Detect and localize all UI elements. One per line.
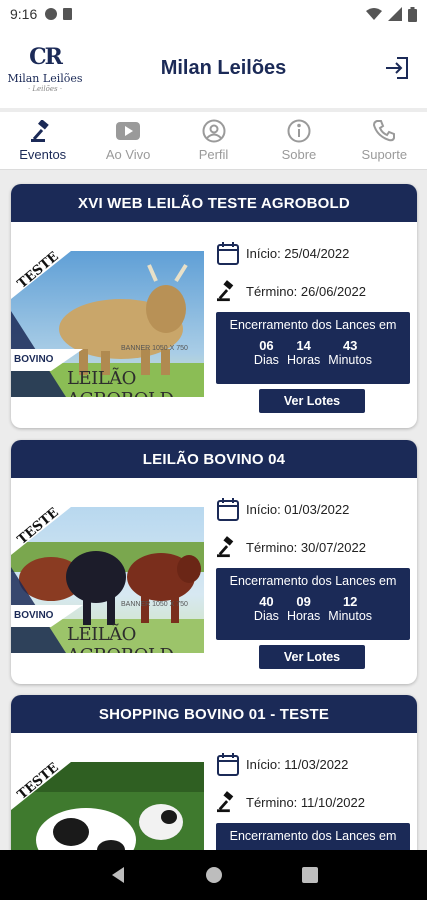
start-date: Início: 11/03/2022	[246, 756, 349, 772]
hours-value: 14	[296, 338, 311, 353]
signal-icon	[388, 7, 402, 21]
tab-sobre[interactable]: Sobre	[256, 112, 341, 169]
days-value: 40	[259, 594, 274, 609]
banner-brand: LEILÃO AGROBOLD	[67, 368, 174, 397]
event-info: Início: 25/04/2022 Término: 26/06/2022 E…	[216, 234, 412, 384]
sim-icon	[63, 8, 73, 20]
days-value: 06	[259, 338, 274, 353]
event-banner[interactable]: TESTE	[11, 762, 204, 850]
app-header: CR Milan Leilões · Leilões · Milan Leilõ…	[0, 28, 427, 108]
event-card: XVI WEB LEILÃO TESTE AGROBOLD TESTE BOVI…	[11, 184, 417, 428]
back-icon[interactable]	[110, 866, 126, 884]
info-icon	[287, 119, 311, 143]
event-title: LEILÃO BOVINO 04	[11, 440, 417, 478]
countdown-label: Encerramento dos Lances em	[229, 829, 397, 843]
event-banner[interactable]: TESTE BOVINO BANNER 1050 X 750 LEILÃO AG…	[11, 251, 204, 397]
banner-category: BOVINO	[14, 610, 54, 621]
tab-label: Perfil	[198, 147, 229, 162]
phone-icon	[373, 120, 396, 142]
countdown-label: Encerramento dos Lances em	[229, 318, 397, 332]
banner-size: BANNER 1050 X 750	[121, 601, 188, 608]
play-icon	[116, 122, 141, 140]
tab-label: Suporte	[361, 147, 408, 162]
countdown-minutes: 43 Minutos	[328, 338, 372, 368]
recents-icon[interactable]	[301, 867, 318, 883]
status-bar: 9:16	[0, 0, 427, 28]
start-date: Início: 25/04/2022	[246, 245, 350, 261]
tab-bar: Eventos Ao Vivo Perfil Sobre Suporte	[0, 112, 427, 170]
logout-button[interactable]	[367, 38, 427, 98]
tab-label: Eventos	[19, 147, 67, 162]
event-title: SHOPPING BOVINO 01 - TESTE	[11, 695, 417, 733]
countdown-hours: 14 Horas	[287, 338, 320, 368]
system-nav-bar	[0, 850, 427, 900]
notification-icon	[45, 8, 58, 20]
tab-ao-vivo[interactable]: Ao Vivo	[85, 112, 170, 169]
calendar-icon	[217, 242, 239, 265]
end-date: Término: 11/10/2022	[246, 794, 365, 810]
tab-suporte[interactable]: Suporte	[342, 112, 427, 169]
start-date: Início: 01/03/2022	[246, 501, 350, 517]
app-logo: CR Milan Leilões · Leilões ·	[0, 28, 90, 108]
event-card: SHOPPING BOVINO 01 - TESTE TESTE Início:…	[11, 695, 417, 850]
banner-category: BOVINO	[14, 354, 54, 365]
days-unit: Dias	[253, 353, 279, 367]
calendar-icon	[217, 753, 239, 776]
end-date-row: Término: 11/10/2022	[216, 783, 412, 821]
end-date-row: Término: 26/06/2022	[216, 272, 412, 310]
page-title: Milan Leilões	[160, 56, 287, 79]
countdown-box: Encerramento dos Lances em	[216, 823, 410, 850]
logo-text: Milan Leilões	[7, 71, 83, 85]
user-icon	[202, 119, 226, 143]
event-info: Início: 01/03/2022 Término: 30/07/2022 E…	[216, 490, 412, 640]
event-info: Início: 11/03/2022 Término: 11/10/2022 E…	[216, 745, 412, 850]
countdown-box: Encerramento dos Lances em 06 Dias 14 Hora…	[216, 312, 410, 384]
status-time: 9:16	[10, 6, 38, 22]
gavel-icon	[217, 791, 234, 813]
countdown-hours: 09 Horas	[287, 594, 320, 624]
end-date-row: Término: 30/07/2022	[216, 528, 412, 566]
countdown-days: 06 Dias	[254, 338, 279, 368]
gavel-icon	[217, 280, 234, 302]
minutes-unit: Minutos	[328, 609, 373, 623]
end-date: Término: 30/07/2022	[246, 539, 366, 555]
battery-icon	[408, 6, 417, 22]
end-date: Término: 26/06/2022	[246, 283, 366, 299]
hours-value: 09	[296, 594, 311, 609]
ver-lotes-button[interactable]: Ver Lotes	[259, 389, 365, 413]
hours-unit: Horas	[286, 353, 321, 367]
home-icon[interactable]	[205, 866, 223, 884]
logo-monogram: CR	[29, 43, 63, 70]
gavel-icon	[30, 120, 49, 142]
start-date-row: Início: 25/04/2022	[216, 234, 412, 272]
event-title: XVI WEB LEILÃO TESTE AGROBOLD	[11, 184, 417, 222]
countdown-box: Encerramento dos Lances em 40 Dias 09 Hora…	[216, 568, 410, 640]
start-date-row: Início: 11/03/2022	[216, 745, 412, 783]
tab-label: Sobre	[281, 147, 317, 162]
minutes-value: 12	[342, 594, 358, 609]
banner-brand: LEILÃO AGROBOLD	[67, 624, 174, 653]
minutes-value: 43	[342, 338, 358, 353]
countdown-minutes: 12 Minutos	[328, 594, 372, 624]
hours-unit: Horas	[286, 609, 321, 623]
calendar-icon	[217, 498, 239, 521]
tab-perfil[interactable]: Perfil	[171, 112, 256, 169]
logo-script: · Leilões ·	[27, 84, 63, 93]
tab-label: Ao Vivo	[105, 147, 151, 162]
logout-icon	[386, 57, 408, 79]
minutes-unit: Minutos	[328, 353, 373, 367]
start-date-row: Início: 01/03/2022	[216, 490, 412, 528]
gavel-icon	[217, 536, 234, 558]
wifi-icon	[366, 8, 382, 20]
event-card: LEILÃO BOVINO 04 TESTE BOVINO BANNER 105…	[11, 440, 417, 684]
tab-eventos[interactable]: Eventos	[0, 112, 85, 169]
banner-size: BANNER 1050 X 750	[121, 345, 188, 352]
countdown-label: Encerramento dos Lances em	[229, 574, 397, 588]
days-unit: Dias	[253, 609, 279, 623]
countdown-days: 40 Dias	[254, 594, 279, 624]
ver-lotes-button[interactable]: Ver Lotes	[259, 645, 365, 669]
event-list: XVI WEB LEILÃO TESTE AGROBOLD TESTE BOVI…	[0, 170, 427, 850]
event-banner[interactable]: TESTE BOVINO BANNER 1050 X 750 LEILÃO AG…	[11, 507, 204, 653]
